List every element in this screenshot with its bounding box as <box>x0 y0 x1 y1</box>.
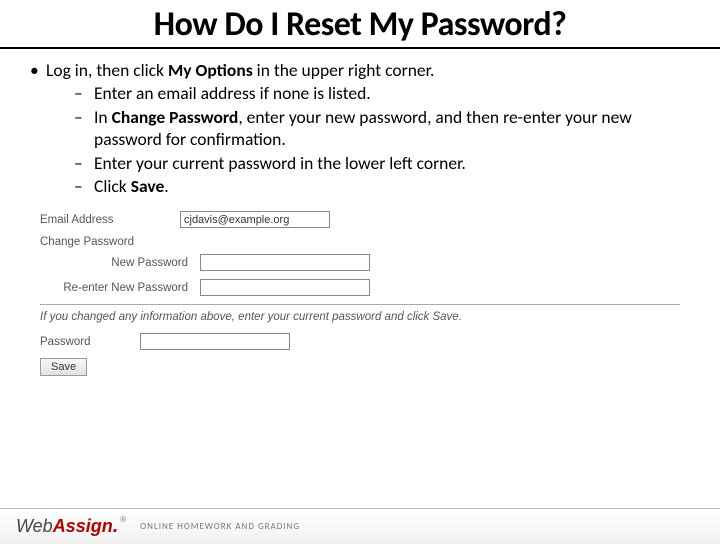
logo-web: Web <box>16 516 53 536</box>
dash-icon: – <box>74 82 94 104</box>
step-2: In Change Password, enter your new passw… <box>94 106 692 151</box>
instructions: • Log in, then click My Options in the u… <box>0 49 720 197</box>
save-button[interactable]: Save <box>40 358 87 376</box>
email-label: Email Address <box>40 214 180 226</box>
intro-a: Log in, then click <box>46 59 168 81</box>
logo-dot-icon: . <box>113 515 119 537</box>
step-3: Enter your current password in the lower… <box>94 152 466 174</box>
intro-b: My Options <box>168 59 253 81</box>
form-note: If you changed any information above, en… <box>40 311 680 323</box>
dash-icon: – <box>74 106 94 151</box>
new-password-label: New Password <box>40 257 200 269</box>
bullet-icon: • <box>28 59 46 197</box>
step-1: Enter an email address if none is listed… <box>94 82 371 104</box>
dash-icon: – <box>74 175 94 197</box>
logo-assign: Assign <box>53 516 113 536</box>
step-2b: Change Password <box>112 106 239 128</box>
divider <box>40 304 680 305</box>
logo-tm: ® <box>120 515 126 524</box>
step-4: Click Save. <box>94 175 169 197</box>
footer-tagline: ONLINE HOMEWORK AND GRADING <box>140 521 300 532</box>
webassign-logo: WebAssign.® <box>16 515 126 538</box>
page-title: How Do I Reset My Password? <box>0 4 720 49</box>
current-password-field[interactable] <box>140 333 290 350</box>
change-password-header: Change Password <box>40 236 680 248</box>
password-label: Password <box>40 336 140 348</box>
footer-bar: WebAssign.® ONLINE HOMEWORK AND GRADING <box>0 508 720 544</box>
form-screenshot: Email Address Change Password New Passwo… <box>40 211 680 376</box>
step-2a: In <box>94 106 112 128</box>
dash-icon: – <box>74 152 94 174</box>
reenter-password-label: Re-enter New Password <box>40 282 200 294</box>
step-4a: Click <box>94 175 131 197</box>
step-4c: . <box>164 175 168 197</box>
intro-c: in the upper right corner. <box>253 59 435 81</box>
new-password-field[interactable] <box>200 254 370 271</box>
email-field[interactable] <box>180 211 330 228</box>
reenter-password-field[interactable] <box>200 279 370 296</box>
step-4b: Save <box>131 175 165 197</box>
